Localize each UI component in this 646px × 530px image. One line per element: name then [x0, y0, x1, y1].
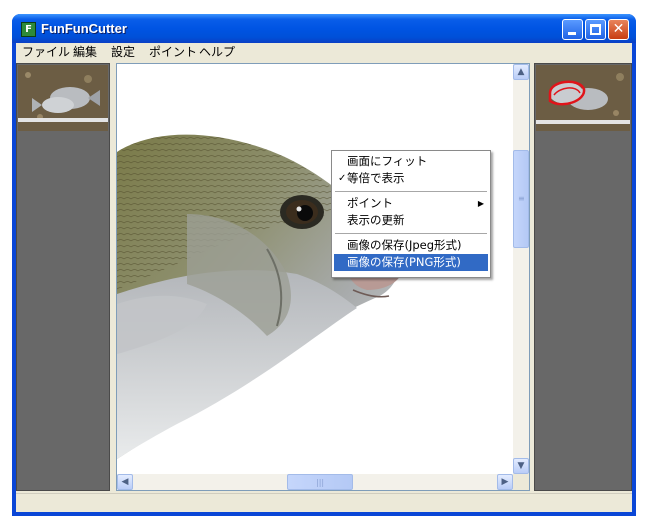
check-icon: ✓ [338, 173, 347, 184]
title-bar[interactable]: F FunFunCutter ✕ [12, 14, 636, 43]
minimize-icon [568, 32, 576, 35]
source-thumbnail[interactable] [18, 65, 108, 131]
menu-item-actual-size[interactable]: ✓ 等倍で表示 [334, 170, 488, 187]
vertical-scroll-thumb[interactable]: ≡ [513, 150, 529, 248]
menu-item-label: 表示の更新 [347, 213, 405, 227]
menu-item-label: 画像の保存(PNG形式) [347, 255, 461, 269]
chevron-up-icon: ▲ [517, 67, 525, 77]
grip-icon: ≡ [518, 194, 525, 203]
vertical-scrollbar[interactable]: ▲ ≡ ▼ [513, 64, 529, 474]
menu-help[interactable]: ヘルプ [199, 45, 235, 60]
scroll-right-button[interactable]: ▶ [497, 474, 513, 490]
status-bar [16, 493, 632, 512]
menu-item-label: ポイント [347, 196, 393, 210]
menu-item-label: 画面にフィット [347, 154, 428, 168]
scrollbar-corner [513, 474, 529, 490]
menu-file[interactable]: ファイル [22, 45, 70, 60]
scroll-down-button[interactable]: ▼ [513, 458, 529, 474]
menu-item-point[interactable]: ポイント ▶ [334, 195, 488, 212]
left-thumbnail-panel [16, 63, 110, 491]
close-icon: ✕ [612, 21, 625, 37]
menu-bar: ファイル 編集 設定 ポイント ヘルプ [16, 43, 632, 62]
menu-separator [335, 233, 487, 234]
app-window: F FunFunCutter ✕ ファイル 編集 設定 ポイント ヘルプ ▲ ≡… [12, 14, 636, 516]
chevron-down-icon: ▼ [517, 461, 525, 471]
context-menu: 画面にフィット ✓ 等倍で表示 ポイント ▶ 表示の更新 画像の保存(Jpeg形… [331, 150, 491, 278]
maximize-button[interactable] [585, 19, 606, 40]
menu-separator [335, 191, 487, 192]
right-thumbnail-panel [534, 63, 632, 491]
close-button[interactable]: ✕ [608, 19, 629, 40]
menu-item-refresh[interactable]: 表示の更新 [334, 212, 488, 229]
scroll-left-button[interactable]: ◀ [117, 474, 133, 490]
menu-settings[interactable]: 設定 [111, 45, 135, 60]
horizontal-scrollbar[interactable]: ◀ ||| ▶ [117, 474, 513, 490]
app-icon[interactable]: F [21, 22, 36, 37]
submenu-arrow-icon: ▶ [477, 199, 484, 208]
scroll-up-button[interactable]: ▲ [513, 64, 529, 80]
menu-item-save-png[interactable]: 画像の保存(PNG形式) [334, 254, 488, 271]
chevron-left-icon: ◀ [121, 477, 129, 487]
horizontal-scroll-thumb[interactable]: ||| [287, 474, 353, 490]
grip-icon: ||| [316, 478, 325, 487]
result-thumbnail-image [536, 65, 630, 131]
menu-item-fit-to-screen[interactable]: 画面にフィット [334, 153, 488, 170]
source-thumbnail-image [18, 65, 108, 131]
menu-point[interactable]: ポイント [149, 45, 197, 60]
client-area: ファイル 編集 設定 ポイント ヘルプ ▲ ≡ ▼ ◀ ||| ▶ 画面にフィッ… [16, 43, 632, 512]
menu-edit[interactable]: 編集 [73, 45, 97, 60]
maximize-icon [590, 24, 601, 35]
menu-item-label: 等倍で表示 [347, 171, 405, 185]
result-thumbnail[interactable] [536, 65, 630, 131]
menu-item-save-jpeg[interactable]: 画像の保存(Jpeg形式) [334, 237, 488, 254]
minimize-button[interactable] [562, 19, 583, 40]
chevron-right-icon: ▶ [501, 477, 509, 487]
window-title: FunFunCutter [41, 21, 127, 36]
menu-item-label: 画像の保存(Jpeg形式) [347, 238, 462, 252]
